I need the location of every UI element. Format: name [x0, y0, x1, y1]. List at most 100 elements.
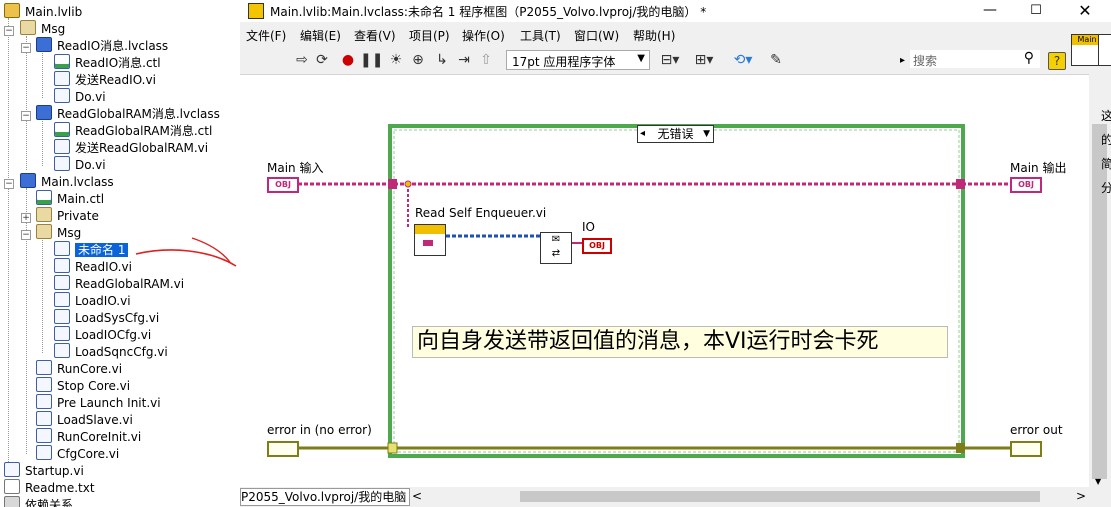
tree-item-readglobalram-ctl[interactable]: ReadGlobalRAM消息.ctl — [54, 122, 212, 139]
tree-item-readglobalram-class[interactable]: ReadGlobalRAM消息.lvclass — [36, 105, 220, 122]
class-icon — [36, 105, 52, 120]
tree-item-main-lvlib[interactable]: Main.lvlib — [4, 3, 82, 20]
search-input[interactable]: 搜索 ⚲ — [910, 50, 1040, 68]
close-button[interactable]: ✕ — [1062, 0, 1108, 22]
connector-pane[interactable] — [1098, 34, 1111, 66]
status-path: P2055_Volvo.lvproj/我的电脑 — [240, 488, 410, 506]
tree-item-send-readglobalram[interactable]: 发送ReadGlobalRAM.vi — [54, 139, 208, 156]
tree-item-do-vi[interactable]: Do.vi — [54, 88, 106, 105]
tree-item-stopcore-vi[interactable]: Stop Core.vi — [36, 377, 130, 394]
tree-item-readio-class[interactable]: ReadIO消息.lvclass — [36, 37, 168, 54]
tree-item-msg-folder[interactable]: Msg — [36, 224, 81, 241]
error-in-terminal[interactable] — [267, 441, 299, 457]
tree-item-readglobalram-vi[interactable]: ReadGlobalRAM.vi — [54, 275, 184, 292]
highlight-execution-icon[interactable]: ☀ — [388, 52, 404, 68]
io-indicator[interactable]: OBJ — [582, 238, 612, 254]
minimize-button[interactable]: — — [970, 0, 1010, 22]
maximize-button[interactable]: ☐ — [1016, 0, 1056, 22]
prev-case-icon[interactable]: ◂ — [640, 126, 645, 142]
abort-icon[interactable]: ● — [340, 52, 356, 68]
menu-view[interactable]: 查看(V) — [354, 27, 396, 44]
tree-item-runcoreinit-vi[interactable]: RunCoreInit.vi — [36, 428, 141, 445]
tree-line — [26, 36, 27, 170]
tree-item-readme[interactable]: Readme.txt — [4, 479, 95, 496]
search-icon[interactable]: ⚲ — [1024, 50, 1034, 66]
collapse-toggle[interactable]: − — [4, 179, 14, 189]
tree-item-prelaunchinit-vi[interactable]: Pre Launch Init.vi — [36, 394, 161, 411]
expand-toggle[interactable]: + — [21, 213, 31, 223]
align-objects-icon[interactable]: ⊟▾ — [658, 52, 682, 68]
tree-item-send-readio[interactable]: 发送ReadIO.vi — [54, 71, 156, 88]
menu-file[interactable]: 文件(F) — [246, 27, 286, 44]
collapse-toggle[interactable]: − — [21, 111, 31, 121]
folder-icon — [36, 224, 52, 239]
vi-icon — [54, 292, 70, 307]
collapse-toggle[interactable]: − — [21, 230, 31, 240]
hscroll-thumb[interactable] — [520, 491, 1040, 502]
tree-item-main-lvclass[interactable]: Main.lvclass — [20, 173, 114, 190]
tree-item-private-folder[interactable]: Private — [36, 207, 99, 224]
tree-item-runcore-vi[interactable]: RunCore.vi — [36, 360, 122, 377]
tree-item-loadslave-vi[interactable]: LoadSlave.vi — [36, 411, 133, 428]
menu-edit[interactable]: 编辑(E) — [300, 27, 341, 44]
scroll-right-icon[interactable]: > — [1076, 489, 1086, 503]
wire-junction — [404, 180, 412, 188]
vertical-scrollbar[interactable]: ▲ ▼ — [1089, 22, 1111, 487]
horizontal-scrollbar: P2055_Volvo.lvproj/我的电脑 < > — [240, 487, 1111, 507]
free-label-comment[interactable]: 向自身发送带返回值的消息，本VI运行时会卡死 — [412, 326, 948, 358]
case-selector[interactable]: ◂ 无错误 ▼ — [637, 125, 714, 143]
vi-icon — [54, 343, 70, 358]
menu-window[interactable]: 窗口(W) — [574, 27, 619, 44]
collapse-toggle[interactable]: − — [21, 43, 31, 53]
collapse-toggle[interactable]: − — [4, 26, 14, 36]
main-input-terminal[interactable]: OBJ — [267, 177, 299, 193]
step-out-icon[interactable]: ⇧ — [478, 52, 494, 68]
scroll-down-icon[interactable]: ▼ — [1095, 477, 1101, 486]
vi-icon — [54, 156, 70, 171]
io-subvi-node[interactable]: ✉ ⇄ — [540, 232, 572, 264]
scroll-left-icon[interactable]: < — [412, 489, 422, 503]
run-arrow-icon[interactable]: ⇨ — [294, 52, 310, 68]
tree-item-readio-ctl[interactable]: ReadIO消息.ctl — [54, 54, 161, 71]
vi-icon — [54, 258, 70, 273]
context-help-icon[interactable]: ? — [1048, 52, 1066, 70]
chevron-down-icon[interactable]: ▼ — [703, 126, 710, 142]
menu-tools[interactable]: 工具(T) — [520, 27, 561, 44]
tree-item-do-vi[interactable]: Do.vi — [54, 156, 106, 173]
font-select[interactable]: 17pt 应用程序字体 ▼ — [506, 50, 650, 70]
main-output-terminal[interactable]: OBJ — [1010, 177, 1042, 193]
tree-item-loadsqnccfg-vi[interactable]: LoadSqncCfg.vi — [54, 343, 168, 360]
tree-item-msg-folder[interactable]: Msg — [20, 20, 65, 37]
menu-help[interactable]: 帮助(H) — [633, 27, 675, 44]
case-structure-inner — [393, 129, 960, 453]
vi-icon — [54, 326, 70, 341]
tree-item-loadiocfg-vi[interactable]: LoadIOCfg.vi — [54, 326, 151, 343]
retain-wire-values-icon[interactable]: ⊕ — [410, 52, 426, 68]
step-over-icon[interactable]: ⇥ — [456, 52, 472, 68]
case-structure-border[interactable] — [388, 124, 965, 458]
step-into-icon[interactable]: ↳ — [434, 52, 450, 68]
reorder-icon[interactable]: ⟲▾ — [730, 52, 756, 68]
error-output-tunnel — [956, 443, 965, 453]
error-input-tunnel — [387, 442, 398, 454]
tree-item-loadsyscfg-vi[interactable]: LoadSysCfg.vi — [54, 309, 159, 326]
menu-project[interactable]: 项目(P) — [409, 27, 450, 44]
tree-item-dependencies[interactable]: 依赖关系 — [4, 496, 73, 507]
pause-icon[interactable]: ❚❚ — [360, 52, 383, 68]
cleanup-diagram-icon[interactable]: ✎ — [768, 52, 784, 68]
run-continuously-icon[interactable]: ⟳ — [314, 52, 330, 68]
menu-operate[interactable]: 操作(O) — [462, 27, 505, 44]
tree-item-untitled-1[interactable]: 未命名 1 — [54, 241, 129, 258]
tree-item-readio-vi[interactable]: ReadIO.vi — [54, 258, 132, 275]
control-icon — [54, 122, 70, 137]
tree-line — [42, 53, 43, 98]
distribute-objects-icon[interactable]: ⊞▾ — [692, 52, 716, 68]
vi-icon — [54, 139, 70, 154]
tree-item-cfgcore-vi[interactable]: CfgCore.vi — [36, 445, 119, 462]
tree-item-main-ctl[interactable]: Main.ctl — [36, 190, 104, 207]
error-out-terminal[interactable] — [1010, 441, 1042, 457]
title-bar: Main.lvlib:Main.lvclass:未命名 1 程序框图（P2055… — [240, 0, 1111, 22]
tree-item-loadio-vi[interactable]: LoadIO.vi — [54, 292, 131, 309]
read-self-enqueuer-node[interactable] — [414, 224, 446, 256]
tree-item-startup-vi[interactable]: Startup.vi — [4, 462, 84, 479]
